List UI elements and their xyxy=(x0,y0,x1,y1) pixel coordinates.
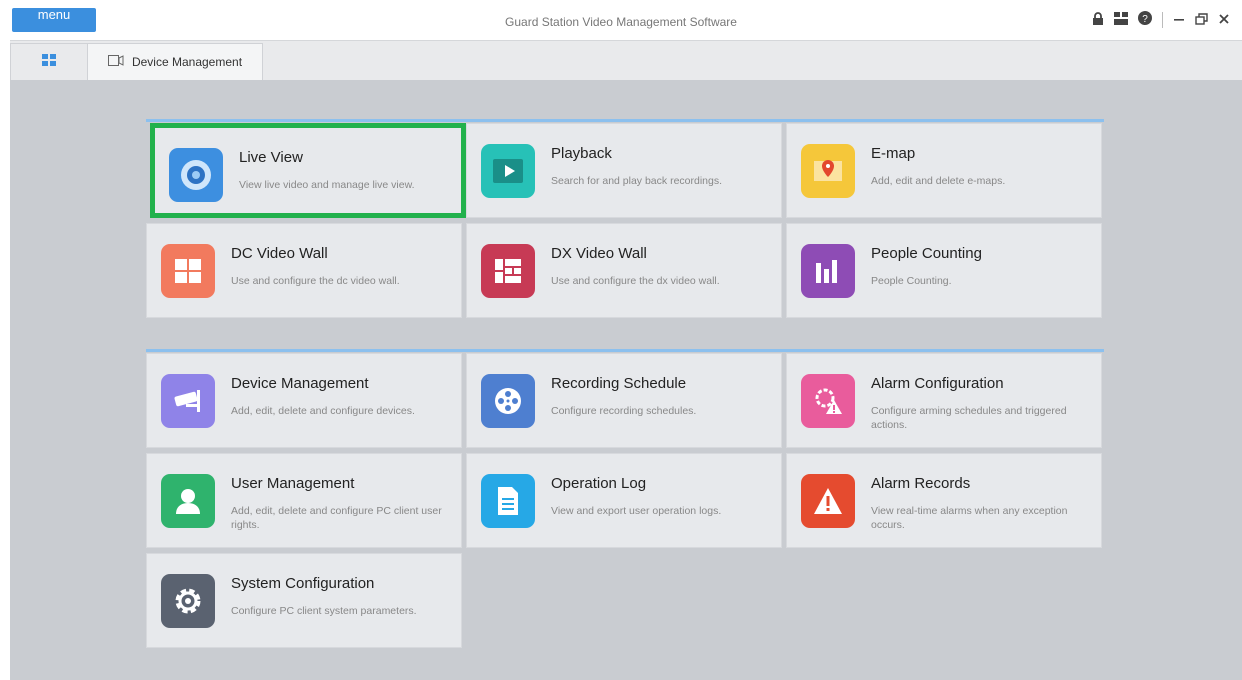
tile-description: Add, edit, delete and configure PC clien… xyxy=(231,505,442,531)
tab-bar: Device Management xyxy=(10,40,1242,81)
gear-icon xyxy=(161,574,215,628)
app-title: Guard Station Video Management Software xyxy=(505,15,737,29)
tab-label: Device Management xyxy=(131,55,243,69)
tile-description: Search for and play back recordings. xyxy=(551,175,723,187)
restore-icon[interactable] xyxy=(1195,12,1208,28)
tile-description: People Counting. xyxy=(871,275,952,287)
tile-title: E-map xyxy=(871,145,916,162)
bar-chart-icon xyxy=(801,244,855,298)
tile-title: Recording Schedule xyxy=(551,375,687,392)
map-pin-icon xyxy=(801,144,855,198)
tile-e-map[interactable]: E-map Add, edit and delete e-maps. xyxy=(786,123,1102,218)
lock-icon[interactable] xyxy=(1092,11,1104,28)
warning-icon xyxy=(801,474,855,528)
windows-grid-icon xyxy=(161,244,215,298)
tile-title: Operation Log xyxy=(551,475,647,492)
alarm-gear-icon xyxy=(801,374,855,428)
tile-title: People Counting xyxy=(871,245,982,262)
tile-description: Configure arming schedules and triggered… xyxy=(871,405,1067,431)
tile-title: Live View xyxy=(239,149,303,166)
close-icon[interactable] xyxy=(1218,12,1230,28)
tile-alarm-configuration[interactable]: Alarm Configuration Configure arming sch… xyxy=(786,353,1102,448)
tile-description: Configure recording schedules. xyxy=(551,405,697,417)
camera-icon xyxy=(107,55,124,69)
tile-description: Use and configure the dc video wall. xyxy=(231,275,400,287)
tile-description: Use and configure the dx video wall. xyxy=(551,275,720,287)
tile-title: User Management xyxy=(231,475,355,492)
tile-playback[interactable]: Playback Search for and play back record… xyxy=(466,123,782,218)
film-reel-icon xyxy=(481,374,535,428)
tile-device-management[interactable]: Device Management Add, edit, delete and … xyxy=(146,353,462,448)
main-content: Live View View live video and manage liv… xyxy=(10,80,1242,680)
home-grid-icon xyxy=(42,53,56,71)
tile-user-management[interactable]: User Management Add, edit, delete and co… xyxy=(146,453,462,548)
help-icon[interactable]: ? xyxy=(1138,11,1152,28)
tab-home[interactable] xyxy=(10,43,88,80)
tile-alarm-records[interactable]: Alarm Records View real-time alarms when… xyxy=(786,453,1102,548)
tile-title: Device Management xyxy=(231,375,369,392)
tile-description: Add, edit, delete and configure devices. xyxy=(231,405,415,417)
user-icon xyxy=(161,474,215,528)
tile-system-configuration[interactable]: System Configuration Configure PC client… xyxy=(146,553,462,648)
group-divider xyxy=(146,119,1104,122)
tile-description: Add, edit and delete e-maps. xyxy=(871,175,1006,187)
tile-title: Playback xyxy=(551,145,612,162)
tile-description: View real-time alarms when any exception… xyxy=(871,505,1068,531)
tile-description: View and export user operation logs. xyxy=(551,505,722,517)
tab-device-management[interactable]: Device Management xyxy=(87,43,263,80)
tile-live-view[interactable]: Live View View live video and manage liv… xyxy=(150,123,466,218)
title-bar: menu Guard Station Video Management Soft… xyxy=(0,0,1242,40)
tile-title: DX Video Wall xyxy=(551,245,647,262)
window-controls: ? xyxy=(1092,11,1230,28)
tile-title: Alarm Configuration xyxy=(871,375,1004,392)
tile-dx-video-wall[interactable]: DX Video Wall Use and configure the dx v… xyxy=(466,223,782,318)
film-play-icon xyxy=(481,144,535,198)
tile-operation-log[interactable]: Operation Log View and export user opera… xyxy=(466,453,782,548)
tile-dc-video-wall[interactable]: DC Video Wall Use and configure the dc v… xyxy=(146,223,462,318)
tile-title: DC Video Wall xyxy=(231,245,328,262)
cctv-camera-icon xyxy=(161,374,215,428)
svg-text:?: ? xyxy=(1142,14,1148,25)
tile-people-counting[interactable]: People Counting People Counting. xyxy=(786,223,1102,318)
camera-lens-icon xyxy=(169,148,223,202)
layout-icon[interactable] xyxy=(1114,11,1128,28)
tile-title: Alarm Records xyxy=(871,475,971,492)
tile-description: Configure PC client system parameters. xyxy=(231,605,417,617)
divider xyxy=(1162,11,1163,28)
tile-title: System Configuration xyxy=(231,575,375,592)
tile-description: View live video and manage live view. xyxy=(239,179,415,191)
minimize-icon[interactable] xyxy=(1173,12,1185,28)
group-divider xyxy=(146,349,1104,352)
tile-recording-schedule[interactable]: Recording Schedule Configure recording s… xyxy=(466,353,782,448)
video-wall-icon xyxy=(481,244,535,298)
document-icon xyxy=(481,474,535,528)
